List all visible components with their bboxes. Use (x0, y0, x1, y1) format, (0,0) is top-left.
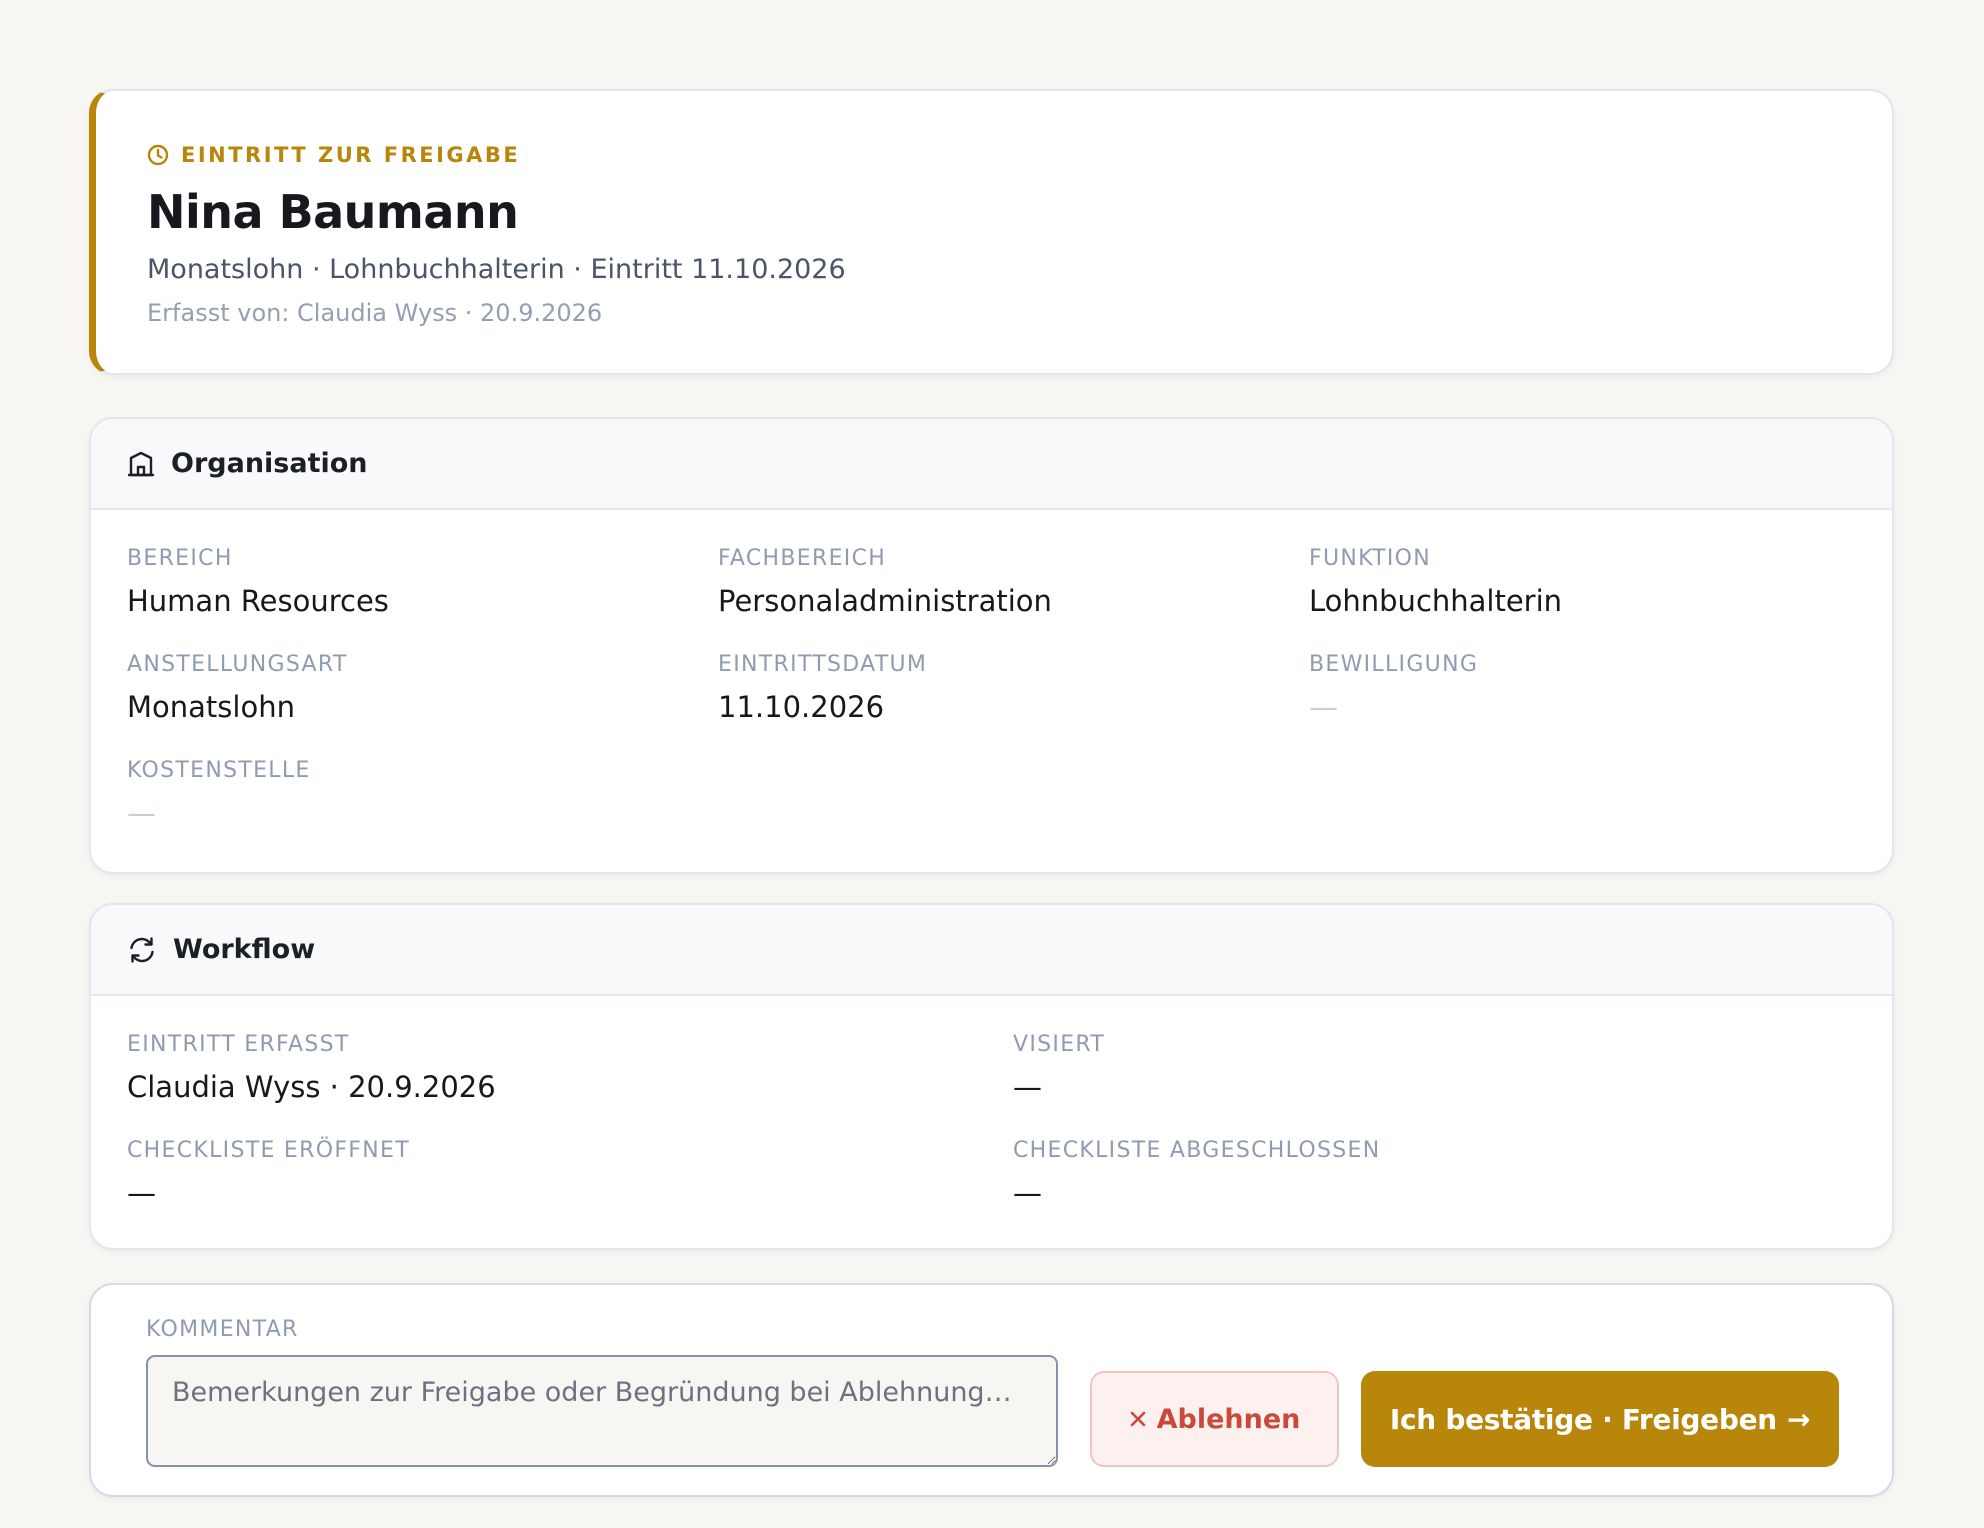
entry-summary-card: EINTRITT ZUR FREIGABE Nina Baumann Monat… (89, 89, 1894, 375)
approve-label: Ich bestätige · Freigeben (1389, 1402, 1777, 1436)
field-value: 11.10.2026 (718, 690, 885, 724)
field-label: EINTRITT ERFASST (127, 1032, 350, 1057)
reject-button[interactable]: Ablehnen (1090, 1371, 1339, 1467)
workflow-header: Workflow (91, 905, 1892, 996)
clock-icon (147, 144, 169, 166)
field-eintritt-erfasst: EINTRITT ERFASST Claudia Wyss · 20.9.202… (127, 1032, 1013, 1104)
field-fachbereich: FACHBEREICH Personaladministration (718, 546, 1309, 618)
status-label: EINTRITT ZUR FREIGABE (181, 143, 521, 167)
field-label: FACHBEREICH (718, 546, 887, 571)
field-value: Lohnbuchhalterin (1309, 584, 1563, 618)
field-value: Claudia Wyss · 20.9.2026 (127, 1070, 496, 1104)
employee-name: Nina Baumann (147, 185, 519, 239)
building-icon (127, 450, 171, 478)
field-eintrittsdatum: EINTRITTSDATUM 11.10.2026 (718, 652, 1309, 724)
comment-label: KOMMENTAR (146, 1317, 299, 1342)
close-icon (1129, 1404, 1147, 1435)
field-value: — (127, 1176, 156, 1210)
field-bereich: BEREICH Human Resources (127, 546, 718, 618)
field-value: — (1013, 1176, 1042, 1210)
field-value: — (127, 796, 156, 830)
field-label: CHECKLISTE ERÖFFNET (127, 1138, 410, 1163)
entry-summary: Monatslohn · Lohnbuchhalterin · Eintritt… (147, 254, 846, 285)
field-bewilligung: BEWILLIGUNG — (1309, 652, 1856, 724)
workflow-title: Workflow (173, 934, 316, 965)
field-label: ANSTELLUNGSART (127, 652, 348, 677)
field-label: BEWILLIGUNG (1309, 652, 1479, 677)
field-value: — (1013, 1070, 1042, 1104)
field-funktion: FUNKTION Lohnbuchhalterin (1309, 546, 1856, 618)
field-value: Human Resources (127, 584, 389, 618)
field-visiert: VISIERT — (1013, 1032, 1856, 1104)
workflow-fields: EINTRITT ERFASST Claudia Wyss · 20.9.202… (127, 1032, 1856, 1210)
organisation-fields: BEREICH Human Resources FACHBEREICH Pers… (127, 546, 1856, 830)
organisation-section: Organisation BEREICH Human Resources FAC… (89, 417, 1894, 874)
field-label: FUNKTION (1309, 546, 1432, 571)
field-label: CHECKLISTE ABGESCHLOSSEN (1013, 1138, 1381, 1163)
field-checkliste-eroeffnet: CHECKLISTE ERÖFFNET — (127, 1138, 1013, 1210)
workflow-section: Workflow EINTRITT ERFASST Claudia Wyss ·… (89, 903, 1894, 1250)
field-label: VISIERT (1013, 1032, 1106, 1057)
field-value: — (1309, 690, 1338, 724)
status-row: EINTRITT ZUR FREIGABE (147, 143, 520, 167)
field-checkliste-abgeschlossen: CHECKLISTE ABGESCHLOSSEN — (1013, 1138, 1856, 1210)
organisation-header: Organisation (91, 419, 1892, 510)
field-kostenstelle: KOSTENSTELLE — (127, 758, 718, 830)
reject-label: Ablehnen (1156, 1403, 1301, 1435)
field-label: EINTRITTSDATUM (718, 652, 928, 677)
refresh-icon (127, 935, 173, 965)
approval-action-bar: KOMMENTAR Ablehnen Ich bestätige · Freig… (89, 1283, 1894, 1497)
field-value: Monatslohn (127, 690, 295, 724)
created-by: Erfasst von: Claudia Wyss · 20.9.2026 (147, 299, 603, 327)
arrow-right-icon: → (1786, 1402, 1811, 1436)
comment-textarea[interactable] (146, 1355, 1058, 1467)
approve-button[interactable]: Ich bestätige · Freigeben → (1361, 1371, 1839, 1467)
field-label: KOSTENSTELLE (127, 758, 311, 783)
field-value: Personaladministration (718, 584, 1052, 618)
field-label: BEREICH (127, 546, 233, 571)
field-anstellungsart: ANSTELLUNGSART Monatslohn (127, 652, 718, 724)
organisation-title: Organisation (171, 448, 368, 479)
